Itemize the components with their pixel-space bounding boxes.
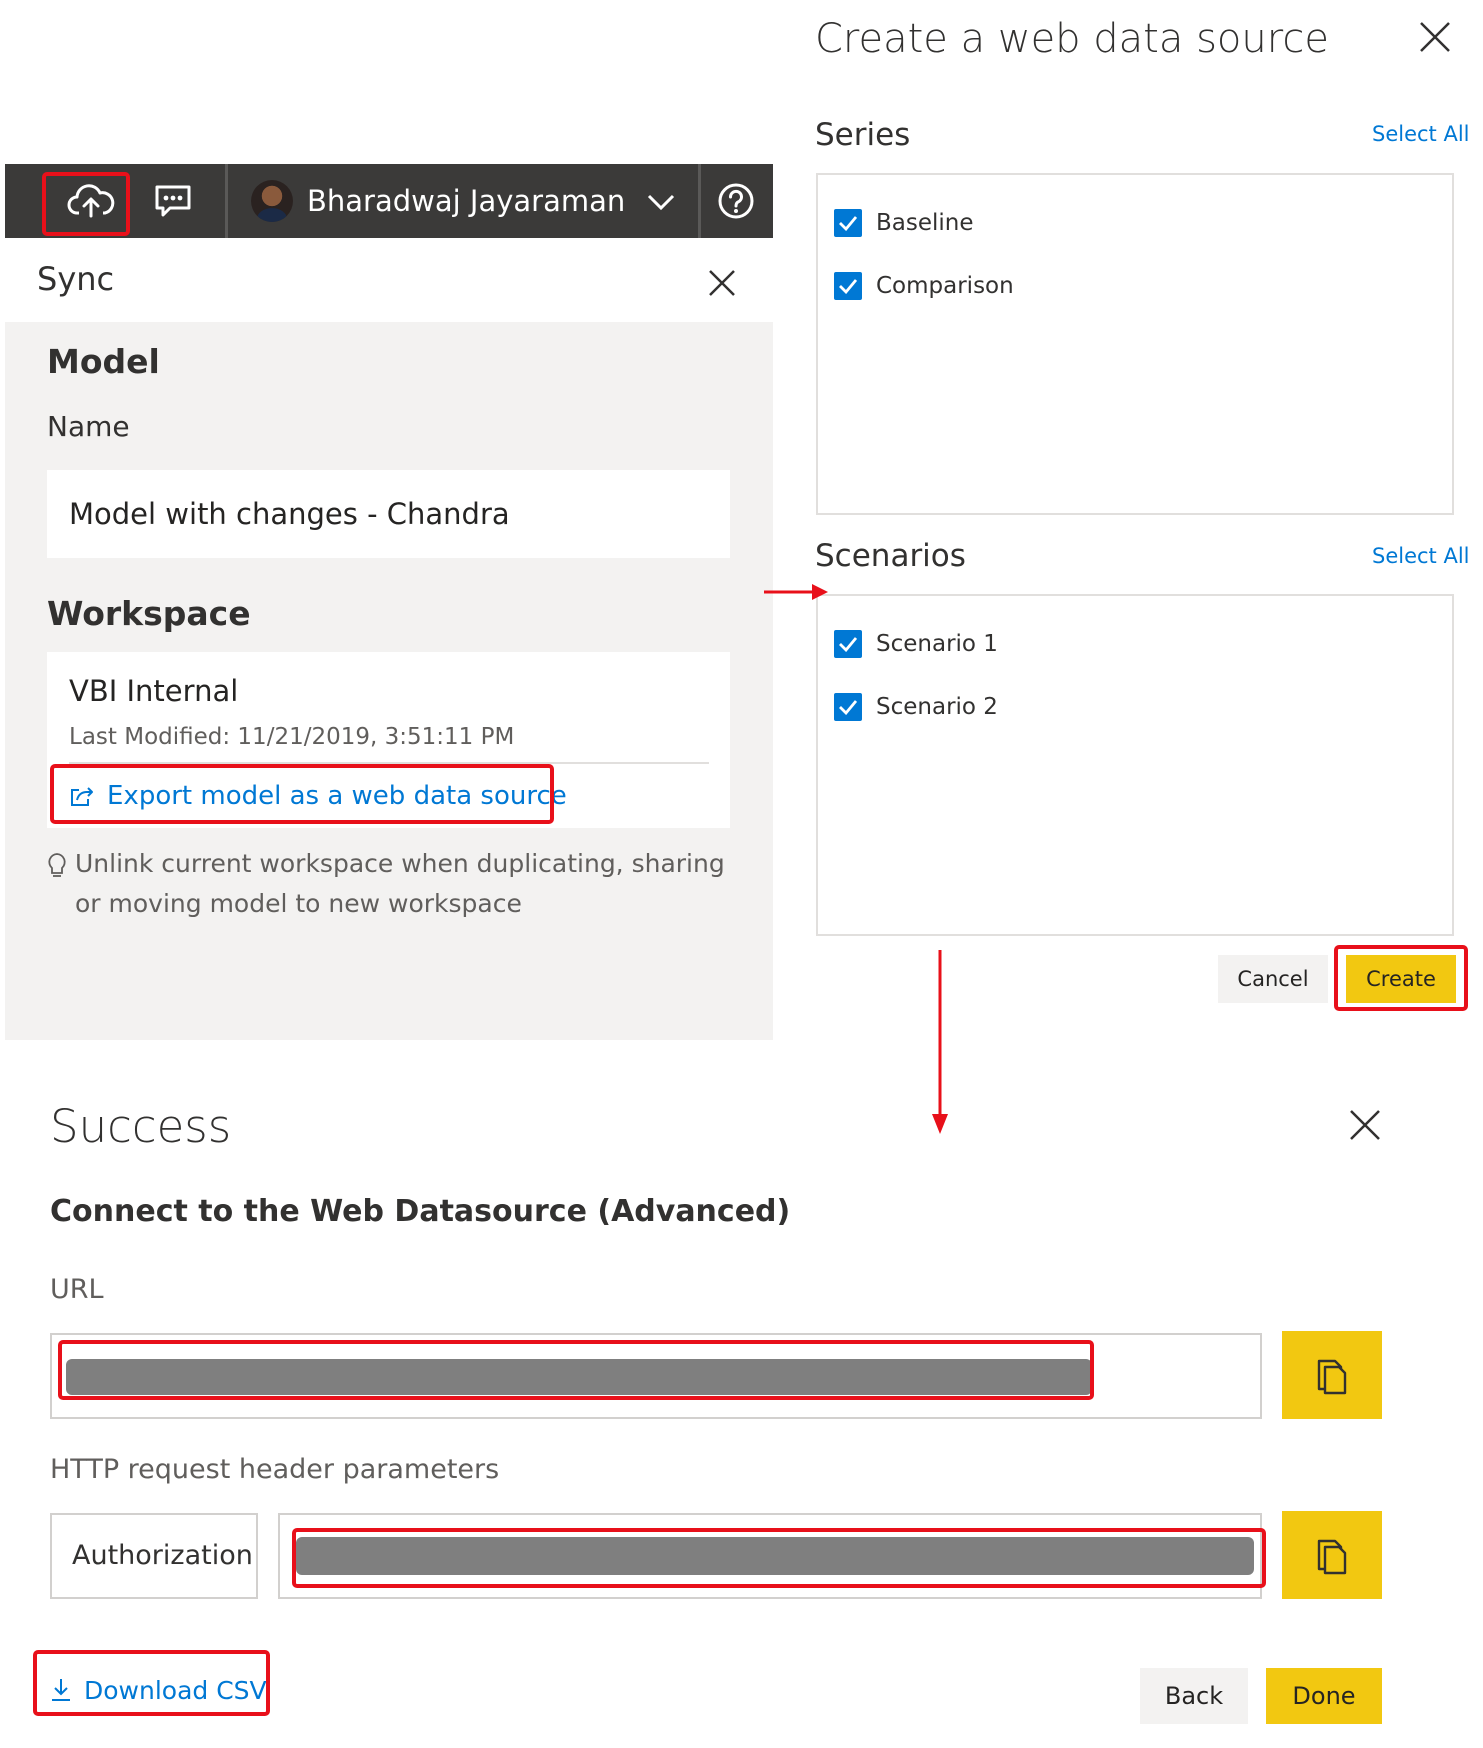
export-web-data-source-link[interactable]: Export model as a web data source: [69, 772, 567, 820]
download-csv-link[interactable]: Download CSV: [50, 1668, 267, 1712]
redacted-token: [296, 1537, 1254, 1575]
workspace-heading: Workspace: [47, 594, 251, 633]
series-label: Comparison: [876, 273, 1014, 299]
feedback-button[interactable]: [143, 174, 203, 228]
download-icon: [50, 1677, 72, 1703]
workspace-name: VBI Internal: [69, 674, 239, 708]
series-label: Baseline: [876, 210, 974, 236]
copy-icon: [1313, 1535, 1351, 1575]
header-value-field[interactable]: [278, 1513, 1262, 1599]
share-icon: [69, 784, 95, 808]
success-title: Success: [50, 1100, 232, 1153]
close-icon[interactable]: [1348, 1108, 1382, 1142]
sync-panel-header: Sync: [5, 238, 773, 322]
export-link-label: Export model as a web data source: [107, 781, 567, 811]
checkmark-icon: [834, 209, 862, 237]
help-button[interactable]: [705, 174, 767, 228]
feedback-icon: [154, 184, 192, 218]
model-name-value: Model with changes - Chandra: [69, 497, 510, 531]
help-icon: [717, 182, 755, 220]
scenarios-select-all[interactable]: Select All: [1372, 544, 1470, 568]
copy-url-button[interactable]: [1282, 1331, 1382, 1419]
panel-title: Sync: [37, 260, 115, 298]
headers-label: HTTP request header parameters: [50, 1454, 500, 1485]
scenario-label: Scenario 2: [876, 694, 998, 720]
name-label: Name: [47, 410, 130, 443]
sync-button[interactable]: [55, 174, 127, 228]
create-button[interactable]: Create: [1346, 955, 1456, 1003]
download-csv-label: Download CSV: [84, 1675, 267, 1705]
redacted-url: [66, 1359, 1092, 1395]
lightbulb-icon: [47, 844, 67, 924]
tip-text: Unlink current workspace when duplicatin…: [75, 849, 725, 918]
model-name-field[interactable]: Model with changes - Chandra: [47, 470, 730, 558]
header-key-value: Authorization: [72, 1540, 253, 1571]
scenario-checkbox-2[interactable]: Scenario 2: [834, 693, 998, 721]
header-key-field[interactable]: Authorization: [50, 1513, 258, 1599]
series-checkbox-baseline[interactable]: Baseline: [834, 209, 974, 237]
divider: [69, 762, 709, 764]
cancel-button[interactable]: Cancel: [1218, 955, 1328, 1003]
series-select-all[interactable]: Select All: [1372, 122, 1470, 146]
copy-icon: [1313, 1355, 1351, 1395]
model-heading: Model: [47, 342, 160, 381]
close-icon[interactable]: [707, 268, 737, 298]
series-checkbox-comparison[interactable]: Comparison: [834, 272, 1014, 300]
series-heading: Series: [815, 117, 911, 153]
divider: [698, 164, 701, 238]
top-bar: Bharadwaj Jayaraman: [5, 164, 773, 238]
copy-header-button[interactable]: [1282, 1511, 1382, 1599]
url-label: URL: [50, 1274, 104, 1305]
checkmark-icon: [834, 630, 862, 658]
cloud-upload-icon: [67, 183, 115, 219]
last-modified: Last Modified: 11/21/2019, 3:51:11 PM: [69, 724, 515, 750]
url-field[interactable]: [50, 1333, 1262, 1419]
chevron-down-icon: [646, 188, 676, 214]
scenario-checkbox-1[interactable]: Scenario 1: [834, 630, 998, 658]
scenario-label: Scenario 1: [876, 631, 998, 657]
close-icon[interactable]: [1418, 20, 1452, 54]
account-menu[interactable]: Bharadwaj Jayaraman: [228, 164, 698, 238]
checkmark-icon: [834, 272, 862, 300]
series-list: Baseline Comparison: [816, 173, 1454, 515]
scenarios-heading: Scenarios: [815, 538, 966, 574]
checkmark-icon: [834, 693, 862, 721]
avatar: [251, 180, 293, 222]
scenarios-list: Scenario 1 Scenario 2: [816, 594, 1454, 936]
back-button[interactable]: Back: [1140, 1668, 1248, 1724]
dialog-title: Create a web data source: [815, 16, 1329, 62]
done-button[interactable]: Done: [1266, 1668, 1382, 1724]
success-subtitle: Connect to the Web Datasource (Advanced): [50, 1194, 791, 1229]
arrow-down-icon: [932, 950, 948, 1134]
sync-panel-body: Model Name Model with changes - Chandra …: [5, 322, 773, 1040]
workspace-card: VBI Internal Last Modified: 11/21/2019, …: [47, 652, 730, 828]
user-name: Bharadwaj Jayaraman: [307, 184, 626, 218]
unlink-tip: Unlink current workspace when duplicatin…: [47, 844, 727, 924]
